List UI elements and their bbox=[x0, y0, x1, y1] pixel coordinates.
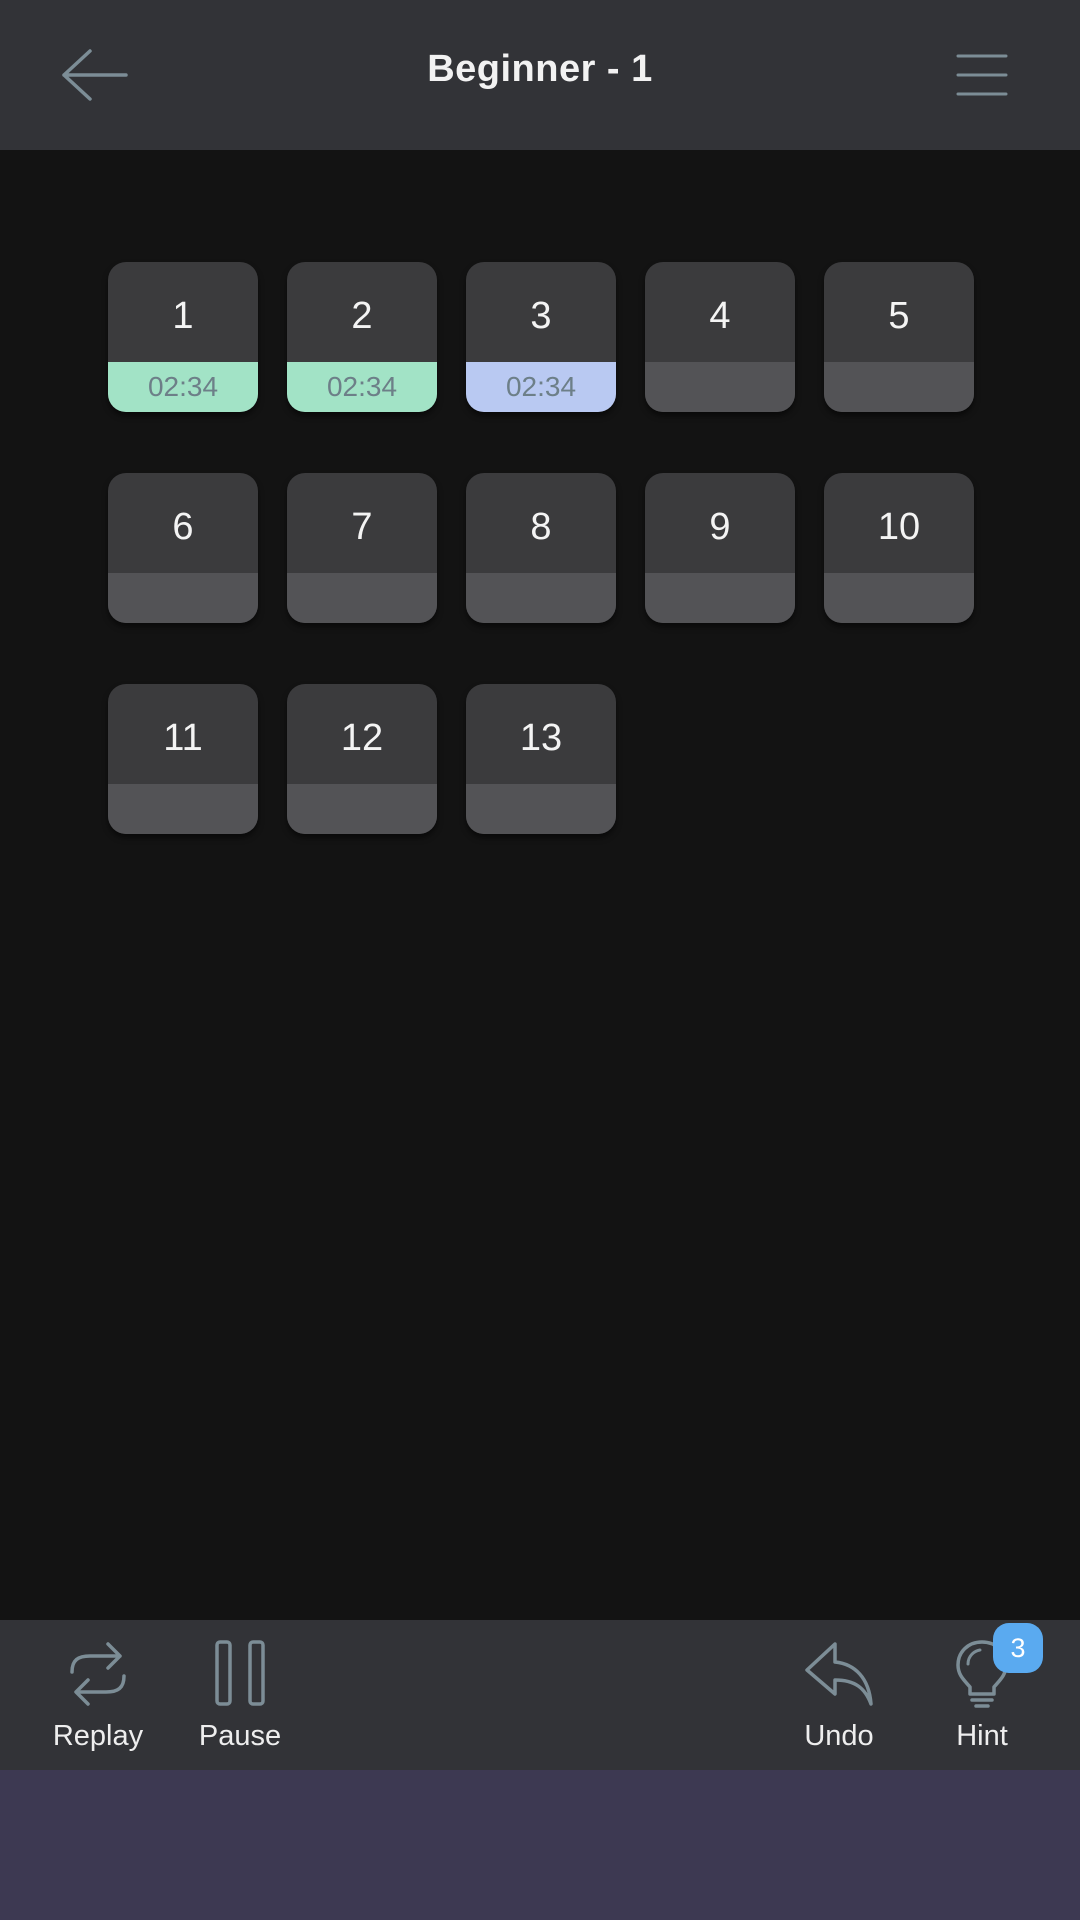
level-time bbox=[824, 573, 974, 623]
level-time bbox=[466, 573, 616, 623]
level-tile-5[interactable]: 5 bbox=[824, 262, 974, 412]
menu-button[interactable] bbox=[956, 52, 1008, 98]
level-tile-8[interactable]: 8 bbox=[466, 473, 616, 623]
level-number: 1 bbox=[172, 295, 194, 337]
level-tile-7[interactable]: 7 bbox=[287, 473, 437, 623]
page-title: Beginner - 1 bbox=[427, 48, 653, 90]
bottom-toolbar: Replay Pause Undo Hint bbox=[0, 1620, 1080, 1770]
pause-label: Pause bbox=[198, 1720, 282, 1752]
level-time bbox=[287, 784, 437, 834]
level-tile-13[interactable]: 13 bbox=[466, 684, 616, 834]
level-tile-3[interactable]: 3 02:34 bbox=[466, 262, 616, 412]
level-number: 4 bbox=[709, 295, 731, 337]
level-number: 2 bbox=[351, 295, 373, 337]
level-time: 02:34 bbox=[466, 362, 616, 412]
level-tile-4[interactable]: 4 bbox=[645, 262, 795, 412]
hint-count-badge: 3 bbox=[993, 1623, 1043, 1673]
level-tile-6[interactable]: 6 bbox=[108, 473, 258, 623]
level-number: 9 bbox=[709, 506, 731, 548]
level-tile-1[interactable]: 1 02:34 bbox=[108, 262, 258, 412]
pause-button[interactable]: Pause bbox=[190, 1620, 290, 1770]
pause-icon bbox=[215, 1640, 265, 1706]
undo-icon bbox=[805, 1642, 873, 1706]
level-number: 10 bbox=[877, 506, 921, 548]
level-number: 13 bbox=[519, 717, 563, 759]
replay-button[interactable]: Replay bbox=[44, 1620, 152, 1770]
level-time bbox=[287, 573, 437, 623]
level-time: 02:34 bbox=[287, 362, 437, 412]
level-time bbox=[645, 362, 795, 412]
level-tile-12[interactable]: 12 bbox=[287, 684, 437, 834]
hamburger-menu-icon bbox=[956, 54, 1008, 96]
level-number: 6 bbox=[172, 506, 194, 548]
level-time: 02:34 bbox=[108, 362, 258, 412]
level-number: 12 bbox=[340, 717, 384, 759]
level-tile-10[interactable]: 10 bbox=[824, 473, 974, 623]
replay-icon bbox=[70, 1642, 126, 1706]
level-number: 7 bbox=[351, 506, 373, 548]
top-bar: Beginner - 1 bbox=[0, 0, 1080, 150]
level-tile-11[interactable]: 11 bbox=[108, 684, 258, 834]
undo-button[interactable]: Undo bbox=[794, 1620, 884, 1770]
level-number: 5 bbox=[888, 295, 910, 337]
replay-label: Replay bbox=[52, 1720, 144, 1752]
navigation-bar-area bbox=[0, 1770, 1080, 1920]
level-number: 11 bbox=[163, 717, 203, 759]
level-time bbox=[466, 784, 616, 834]
level-time bbox=[108, 784, 258, 834]
level-time bbox=[645, 573, 795, 623]
hint-label: Hint bbox=[956, 1720, 1008, 1752]
undo-label: Undo bbox=[804, 1720, 874, 1752]
level-number: 8 bbox=[530, 506, 552, 548]
level-number: 3 bbox=[530, 295, 552, 337]
level-tile-2[interactable]: 2 02:34 bbox=[287, 262, 437, 412]
level-tile-9[interactable]: 9 bbox=[645, 473, 795, 623]
level-time bbox=[824, 362, 974, 412]
level-time bbox=[108, 573, 258, 623]
level-select-screen: Beginner - 1 1 02:34 2 02:34 3 02:34 4 5 6 7 8 9 10 1… bbox=[0, 0, 1080, 1920]
